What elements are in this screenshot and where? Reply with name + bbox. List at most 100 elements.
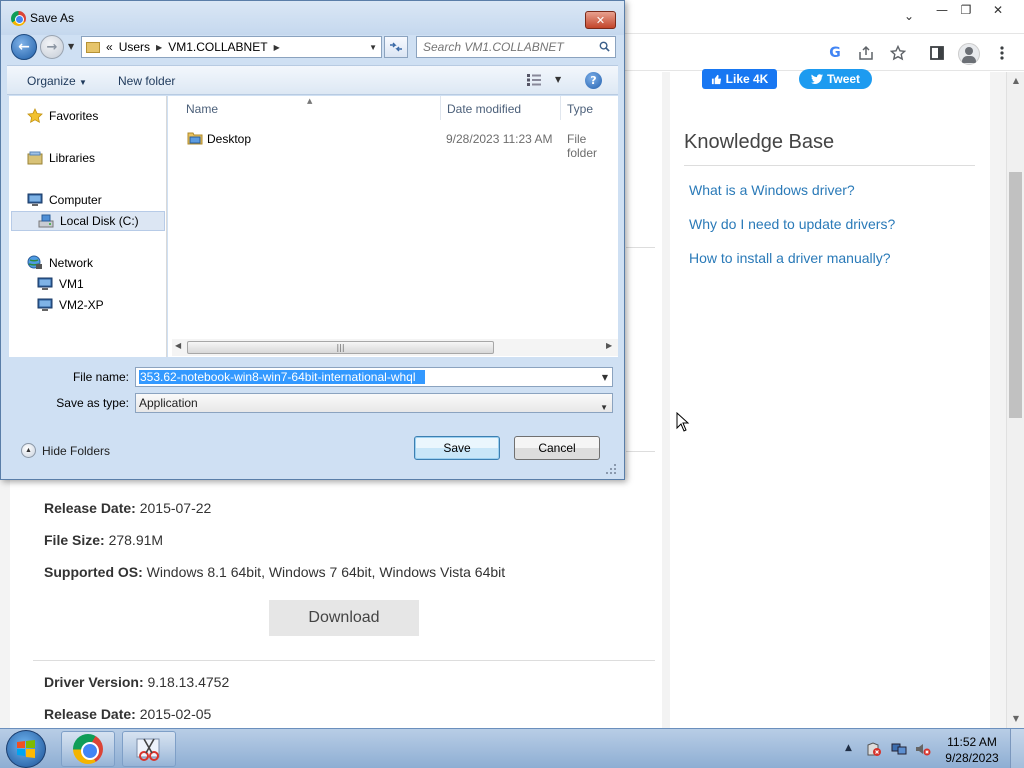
scroll-thumb[interactable] bbox=[1009, 172, 1022, 418]
divider bbox=[626, 247, 655, 248]
file-name: Desktop bbox=[207, 132, 252, 146]
chrome-icon bbox=[11, 11, 26, 26]
start-button[interactable] bbox=[6, 730, 46, 768]
chevron-down-icon: ▼ bbox=[79, 78, 87, 87]
nav-favorites[interactable]: Favorites bbox=[27, 107, 98, 125]
taskbar-chrome[interactable] bbox=[61, 731, 115, 767]
drive-icon bbox=[38, 214, 54, 228]
save-as-dialog: Save As ✕ ← → ▼ « Users ▶ VM1.COLLABNET … bbox=[0, 0, 625, 480]
taskbar-snipping-tool[interactable] bbox=[122, 731, 176, 767]
save-as-type-value: Application bbox=[139, 396, 198, 410]
mouse-pointer-icon bbox=[676, 412, 690, 432]
column-header-name[interactable]: Name bbox=[186, 102, 218, 116]
close-button[interactable]: ✕ bbox=[984, 0, 1012, 20]
search-input[interactable] bbox=[419, 38, 595, 56]
file-name-label: File name: bbox=[72, 370, 129, 384]
scroll-right-arrow[interactable]: ▶ bbox=[606, 341, 612, 350]
nav-libraries[interactable]: Libraries bbox=[27, 149, 95, 167]
save-as-type-select[interactable]: Application ▼ bbox=[135, 393, 613, 413]
tab-search-button[interactable]: ⌄ bbox=[895, 6, 923, 26]
address-dropdown[interactable]: ▼ bbox=[369, 43, 377, 52]
scroll-down-arrow[interactable]: ▼ bbox=[1007, 710, 1024, 726]
kb-link-windows-driver[interactable]: What is a Windows driver? bbox=[689, 182, 855, 198]
scroll-left-arrow[interactable]: ◀ bbox=[175, 341, 181, 350]
address-bar[interactable]: « Users ▶ VM1.COLLABNET ▶ ▼ bbox=[81, 36, 382, 58]
clock-time[interactable]: 11:52 AM bbox=[940, 735, 1004, 749]
facebook-like-button[interactable]: Like 4K bbox=[702, 69, 777, 89]
network-tray-icon[interactable] bbox=[891, 741, 907, 757]
menu-kebab-icon[interactable] bbox=[993, 44, 1011, 62]
folder-icon bbox=[86, 41, 100, 53]
kb-link-update-drivers[interactable]: Why do I need to update drivers? bbox=[689, 216, 895, 232]
driver-file-size: File Size: 278.91M bbox=[44, 532, 164, 548]
driver-supported-os: Supported OS: Windows 8.1 64bit, Windows… bbox=[44, 564, 506, 580]
nav-vm2-xp[interactable]: VM2-XP bbox=[37, 296, 104, 314]
view-dropdown[interactable]: ▼ bbox=[555, 75, 561, 84]
command-bar: Organize ▼ New folder ▼ ? bbox=[7, 65, 618, 95]
knowledge-base-panel bbox=[670, 72, 990, 728]
save-button[interactable]: Save bbox=[414, 436, 500, 460]
action-center-icon[interactable] bbox=[866, 741, 882, 757]
google-lens-icon[interactable]: G bbox=[826, 44, 844, 62]
back-button[interactable]: ← bbox=[11, 34, 37, 60]
column-divider[interactable] bbox=[560, 96, 561, 120]
share-icon[interactable] bbox=[857, 44, 875, 62]
side-panel-icon[interactable] bbox=[928, 44, 946, 62]
like-label: Like 4K bbox=[725, 72, 769, 86]
dialog-close-button[interactable]: ✕ bbox=[585, 11, 616, 29]
column-header-type[interactable]: Type bbox=[567, 102, 593, 116]
show-hidden-icons-button[interactable]: ▲ bbox=[845, 743, 852, 753]
recent-locations-dropdown[interactable]: ▼ bbox=[68, 42, 74, 51]
scroll-thumb[interactable]: ||| bbox=[187, 341, 494, 354]
breadcrumb-overflow[interactable]: « bbox=[106, 40, 113, 54]
minimize-icon: — bbox=[936, 3, 948, 17]
column-divider[interactable] bbox=[440, 96, 441, 120]
file-name-field[interactable]: ▼ bbox=[135, 367, 613, 387]
computer-icon bbox=[37, 277, 53, 290]
refresh-button[interactable] bbox=[384, 36, 408, 58]
chevron-right-icon[interactable]: ▶ bbox=[274, 43, 280, 52]
bookmark-star-icon[interactable] bbox=[889, 44, 907, 62]
chevron-right-icon[interactable]: ▶ bbox=[156, 43, 162, 52]
nav-computer[interactable]: Computer bbox=[27, 191, 102, 209]
profile-avatar[interactable] bbox=[958, 43, 980, 65]
driver-release-date: Release Date: 2015-02-05 bbox=[44, 706, 212, 722]
search-box[interactable] bbox=[416, 36, 616, 58]
download-button[interactable]: Download bbox=[269, 600, 419, 636]
hide-folders-toggle[interactable]: ▲ Hide Folders bbox=[21, 443, 110, 458]
cancel-button[interactable]: Cancel bbox=[514, 436, 600, 460]
forward-button[interactable]: → bbox=[40, 35, 64, 59]
view-options-icon[interactable] bbox=[527, 74, 541, 86]
chevron-down-icon: ▼ bbox=[600, 403, 608, 412]
help-icon[interactable]: ? bbox=[585, 72, 602, 89]
chevron-down-icon[interactable]: ▼ bbox=[602, 373, 608, 382]
scroll-up-arrow[interactable]: ▲ bbox=[1007, 72, 1024, 88]
breadcrumb-users[interactable]: Users bbox=[119, 40, 150, 54]
search-icon[interactable] bbox=[599, 41, 610, 52]
volume-muted-icon[interactable] bbox=[915, 741, 931, 757]
restore-icon: ❐ bbox=[960, 3, 972, 17]
clock-date[interactable]: 9/28/2023 bbox=[940, 751, 1004, 765]
tweet-button[interactable]: Tweet bbox=[799, 69, 872, 89]
resize-grip-icon[interactable] bbox=[605, 463, 617, 475]
page-scrollbar[interactable]: ▲ ▼ bbox=[1006, 72, 1024, 728]
close-icon: ✕ bbox=[595, 13, 606, 27]
column-header-date-modified[interactable]: Date modified bbox=[447, 102, 521, 116]
show-desktop-button[interactable] bbox=[1010, 729, 1024, 768]
file-name-input[interactable] bbox=[139, 370, 425, 384]
driver-version: Driver Version: 9.18.13.4752 bbox=[44, 674, 230, 690]
restore-button[interactable]: ❐ bbox=[952, 0, 980, 20]
divider bbox=[626, 451, 655, 452]
nav-network[interactable]: Network bbox=[27, 254, 93, 272]
divider bbox=[684, 165, 975, 166]
snipping-tool-icon bbox=[136, 738, 160, 761]
breadcrumb-vm1-collabnet[interactable]: VM1.COLLABNET bbox=[168, 40, 267, 54]
kb-link-install-manually[interactable]: How to install a driver manually? bbox=[689, 250, 891, 266]
nav-vm1[interactable]: VM1 bbox=[37, 275, 84, 293]
libraries-icon bbox=[27, 151, 43, 165]
nav-local-disk[interactable]: Local Disk (C:) bbox=[11, 211, 165, 231]
new-folder-button[interactable]: New folder bbox=[118, 74, 175, 88]
driver-release-date: Release Date: 2015-07-22 bbox=[44, 500, 212, 516]
horizontal-scrollbar[interactable]: ◀ ||| ▶ bbox=[172, 339, 618, 356]
organize-menu[interactable]: Organize ▼ bbox=[27, 74, 87, 88]
